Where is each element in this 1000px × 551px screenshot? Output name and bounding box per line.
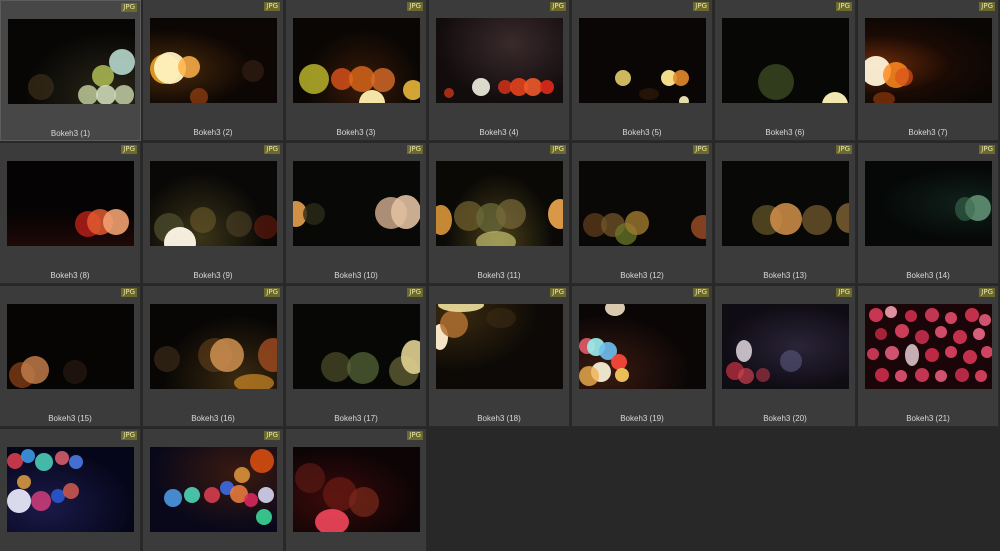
empty-area <box>427 427 1000 551</box>
thumbnail-label: Bokeh3 (9) <box>193 271 233 280</box>
file-type-badge: JPG <box>264 2 280 11</box>
thumbnail-label: Bokeh3 (17) <box>334 414 378 423</box>
thumbnail-label: Bokeh3 (16) <box>191 414 235 423</box>
file-type-badge: JPG <box>264 431 280 440</box>
file-type-badge: JPG <box>407 2 423 11</box>
file-type-badge: JPG <box>836 145 852 154</box>
thumbnail-image <box>293 161 420 246</box>
thumbnail-image <box>579 18 706 103</box>
file-type-badge: JPG <box>550 288 566 297</box>
thumbnail-image <box>7 161 134 246</box>
thumbnail-label: Bokeh3 (2) <box>193 128 233 137</box>
thumbnail-item[interactable]: JPG <box>0 429 141 551</box>
thumbnail-item[interactable]: JPG Bokeh3 (2) <box>143 0 284 141</box>
thumbnail-label: Bokeh3 (7) <box>908 128 948 137</box>
thumbnail-item[interactable]: JPG <box>286 429 427 551</box>
file-type-badge: JPG <box>693 145 709 154</box>
file-type-badge: JPG <box>979 288 995 297</box>
file-type-badge: JPG <box>407 431 423 440</box>
file-type-badge: JPG <box>979 145 995 154</box>
thumbnail-item[interactable]: JPG Bokeh3 (9) <box>143 143 284 284</box>
thumbnail-label: Bokeh3 (4) <box>479 128 519 137</box>
thumbnail-label: Bokeh3 (1) <box>50 129 91 138</box>
thumbnail-item[interactable]: JPG Bokeh3 (10) <box>286 143 427 284</box>
file-type-badge: JPG <box>264 145 280 154</box>
thumbnail-image <box>722 18 849 103</box>
thumbnail-item[interactable]: JPG Bokeh3 (20) <box>715 286 856 427</box>
file-type-badge: JPG <box>121 288 137 297</box>
thumbnail-image <box>579 304 706 389</box>
file-type-badge: JPG <box>121 3 137 12</box>
thumbnail-image <box>150 447 277 532</box>
thumbnail-item[interactable]: JPG Bokeh3 (11) <box>429 143 570 284</box>
file-type-badge: JPG <box>264 288 280 297</box>
thumbnail-item[interactable]: JPG <box>858 286 999 427</box>
thumbnail-label: Bokeh3 (10) <box>334 271 378 280</box>
thumbnail-image <box>150 161 277 246</box>
thumbnail-image <box>865 161 992 246</box>
file-type-badge: JPG <box>121 431 137 440</box>
thumbnail-image <box>150 304 277 389</box>
thumbnail-image <box>7 304 134 389</box>
thumbnail-image <box>7 447 134 532</box>
thumbnail-item[interactable]: JPG Bokeh3 (15) <box>0 286 141 427</box>
thumbnail-item[interactable]: JPG Bokeh3 (4) <box>429 0 570 141</box>
thumbnail-item[interactable]: JPG Bokeh3 (12) <box>572 143 713 284</box>
file-type-badge: JPG <box>836 2 852 11</box>
thumbnail-label: Bokeh3 (14) <box>906 271 950 280</box>
thumbnail-image <box>293 18 420 103</box>
thumbnail-image <box>865 18 992 103</box>
file-type-badge: JPG <box>693 2 709 11</box>
thumbnail-label: Bokeh3 (20) <box>763 414 807 423</box>
thumbnail-image <box>722 161 849 246</box>
thumbnail-item[interactable]: JPG Bokeh3 (6) <box>715 0 856 141</box>
file-type-badge: JPG <box>121 145 137 154</box>
thumbnail-image <box>150 18 277 103</box>
thumbnail-label: Bokeh3 (6) <box>765 128 805 137</box>
thumbnail-grid: JPG Bokeh3 (1) JPG Bokeh3 (2) JPG Bokeh3… <box>0 0 1000 551</box>
thumbnail-image <box>8 19 135 104</box>
thumbnail-image <box>293 447 420 532</box>
thumbnail-item[interactable]: JPG Bokeh3 (18) <box>429 286 570 427</box>
thumbnail-image <box>579 161 706 246</box>
thumbnail-image <box>293 304 420 389</box>
thumbnail-item[interactable]: JPG Bokeh3 (5) <box>572 0 713 141</box>
thumbnail-item[interactable]: JPG Bokeh3 (19) <box>572 286 713 427</box>
thumbnail-label: Bokeh3 (5) <box>622 128 662 137</box>
thumbnail-item[interactable]: JPG <box>143 429 284 551</box>
thumbnail-label: Bokeh3 (12) <box>620 271 664 280</box>
file-type-badge: JPG <box>550 145 566 154</box>
thumbnail-item[interactable]: JPG Bokeh3 (13) <box>715 143 856 284</box>
file-type-badge: JPG <box>550 2 566 11</box>
thumbnail-item[interactable]: JPG Bokeh3 (8) <box>0 143 141 284</box>
thumbnail-label: Bokeh3 (19) <box>620 414 664 423</box>
thumbnail-label: Bokeh3 (3) <box>336 128 376 137</box>
thumbnail-image <box>722 304 849 389</box>
thumbnail-item[interactable]: JPG Bokeh3 (1) <box>0 0 141 141</box>
thumbnail-item[interactable]: JPG Bokeh3 (16) <box>143 286 284 427</box>
thumbnail-label: Bokeh3 (18) <box>477 414 521 423</box>
file-type-badge: JPG <box>407 145 423 154</box>
thumbnail-label: Bokeh3 (13) <box>763 271 807 280</box>
thumbnail-image <box>865 304 992 389</box>
thumbnail-item[interactable]: JPG Bokeh3 (14) <box>858 143 999 284</box>
thumbnail-label: Bokeh3 (8) <box>50 271 90 280</box>
thumbnail-image <box>436 304 563 389</box>
thumbnail-item[interactable]: JPG Bokeh3 (17) <box>286 286 427 427</box>
thumbnail-label: Bokeh3 (11) <box>477 271 521 280</box>
thumbnail-item[interactable]: JPG Bokeh3 (3) <box>286 0 427 141</box>
thumbnail-item[interactable]: JPG Bokeh3 (7) <box>858 0 999 141</box>
file-type-badge: JPG <box>407 288 423 297</box>
file-type-badge: JPG <box>979 2 995 11</box>
file-type-badge: JPG <box>693 288 709 297</box>
thumbnail-label: Bokeh3 (21) <box>906 414 950 423</box>
thumbnail-image <box>436 161 563 246</box>
thumbnail-label: Bokeh3 (15) <box>48 414 92 423</box>
thumbnail-image <box>436 18 563 103</box>
file-type-badge: JPG <box>836 288 852 297</box>
